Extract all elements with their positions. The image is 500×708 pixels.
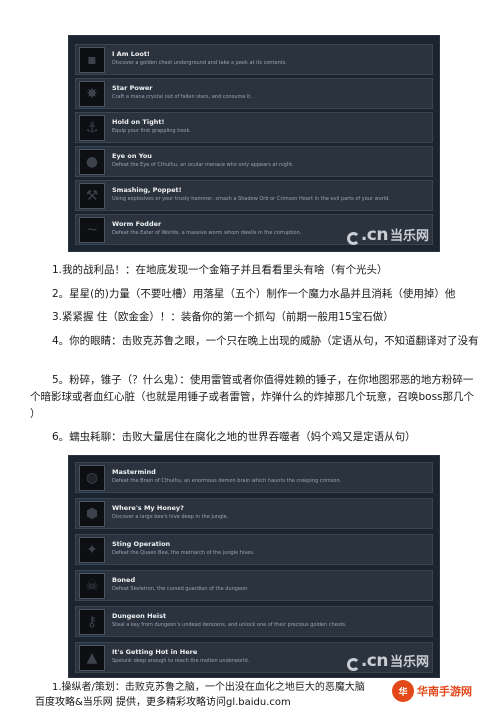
paragraph-4: 4。你的眼睛：击败克苏鲁之眼，一个只在晚上出现的威胁（定语从句，不知道翻译对了没… — [52, 335, 479, 347]
achievement-description: Defeat Skeletron, the cursed guardian of… — [112, 586, 249, 592]
achievement-title: Worm Fodder — [112, 220, 162, 228]
achievement-description: Discover a golden chest underground and … — [112, 60, 287, 66]
achievement-description: Steal a key from dungeon's undead denize… — [112, 622, 347, 628]
achievement-title: Mastermind — [112, 468, 156, 476]
achievement-description: Craft a mana crystal out of fallen stars… — [112, 94, 252, 100]
dcn-logo-icon — [346, 232, 360, 245]
achievements-panel-1: ▪ I Am Loot! Discover a golden chest under… — [68, 35, 440, 252]
achievement-title: It's Getting Hot in Here — [112, 648, 198, 656]
hive-icon: ⬢ — [79, 501, 105, 527]
skull-icon: ☠ — [79, 573, 105, 599]
achievement-row: ◍ Mastermind Defeat the Brain of Cthulhu, … — [75, 462, 433, 493]
achievement-title: Dungeon Heist — [112, 612, 167, 620]
achievement-row: ▪ I Am Loot! Discover a golden chest under… — [75, 44, 433, 75]
chest-icon: ▪ — [79, 47, 105, 73]
paragraph-5-line-1: 5。粉碎，锥子（？什么鬼）：使用雷管或者你值得姓赖的锤子，在你地图邪恶的地方粉碎… — [52, 374, 474, 386]
bee-icon: ✦ — [79, 537, 105, 563]
achievement-description: Defeat the Queen Bee, the matriarch of t… — [112, 550, 255, 556]
hook-icon: ⚓ — [79, 115, 105, 141]
logo-badge-icon: 华 — [392, 680, 414, 702]
paragraph-5-line-2: 个暗影球或者血红心脏（也就是用锤子或者雷管，炸弹什么的炸掉那几个玩意，召唤bos… — [30, 391, 475, 403]
logo-text: 华南手游网 — [417, 685, 472, 698]
paragraph-3: 3.紧紧握 住（欧金金）！：装备你的第一个抓勾（前期一般用15宝石做） — [52, 311, 394, 323]
achievement-row: ✦ Sting Operation Defeat the Queen Bee, th… — [75, 534, 433, 565]
achievement-description: Defeat the Eye of Cthulhu, an ocular men… — [112, 162, 294, 168]
footer-credit: 百度攻略&当乐网 提供，更多精彩攻略访问gl.baidu.com — [35, 697, 291, 708]
achievement-row: ⚒ Smashing, Poppet! Using explosives or yo… — [75, 180, 433, 211]
achievement-description: Using explosives or your trusty hammer, … — [112, 196, 390, 202]
achievement-row: ⬢ Where's My Honey? Discover a large bee's… — [75, 498, 433, 529]
flame-icon: ▲ — [79, 645, 105, 671]
achievement-title: Smashing, Poppet! — [112, 186, 182, 194]
achievement-row: ⚓ Hold on Tight! Equip your first grapplin… — [75, 112, 433, 143]
achievement-description: Discover a large bee's hive deep in the … — [112, 514, 229, 520]
eye-icon: ● — [79, 149, 105, 175]
achievement-title: Where's My Honey? — [112, 504, 184, 512]
paragraph-5-line-3: ） — [30, 408, 41, 420]
worm-icon: ~ — [79, 217, 105, 243]
brain-icon: ◍ — [79, 465, 105, 491]
watermark: .cn 当乐网 — [346, 651, 429, 671]
achievement-description: Spelunk deep enough to reach the molten … — [112, 658, 250, 664]
achievement-row: ● Eye on You Defeat the Eye of Cthulhu, an… — [75, 146, 433, 177]
achievement-description: Equip your first grappling hook. — [112, 128, 191, 134]
achievement-title: Eye on You — [112, 152, 152, 160]
paragraph-6: 6。蠕虫耗聊：击败大量居住在腐化之地的世界吞噬者（妈个鸡又是定语从句） — [52, 431, 416, 443]
paragraph-1: 1.我的战利品！：在地底发现一个金箱子并且看看里头有啥（有个光头） — [52, 264, 388, 276]
hammer-icon: ⚒ — [79, 183, 105, 209]
star-icon: ✸ — [79, 81, 105, 107]
achievements-panel-2: ◍ Mastermind Defeat the Brain of Cthulhu, … — [68, 455, 440, 678]
achievement-description: Defeat the Eater of Worlds, a massive wo… — [112, 230, 302, 236]
achievement-title: I Am Loot! — [112, 50, 150, 58]
achievement-row: ☠ Boned Defeat Skeletron, the cursed guard… — [75, 570, 433, 601]
achievement-row: ⚷ Dungeon Heist Steal a key from dungeon's… — [75, 606, 433, 637]
achievement-row: ✸ Star Power Craft a mana crystal out of f… — [75, 78, 433, 109]
achievement-title: Star Power — [112, 84, 153, 92]
site-logo[interactable]: 华 华南手游网 — [392, 680, 472, 702]
achievement-title: Sting Operation — [112, 540, 171, 548]
watermark: .cn 当乐网 — [346, 225, 429, 245]
key-icon: ⚷ — [79, 609, 105, 635]
paragraph-7: 1.操纵者/策划：击败克苏鲁之脑，一个出没在血化之地巨大的恶魔大脑 — [52, 682, 365, 693]
paragraph-2: 2。星星(的)力量（不要吐槽）用落星（五个）制作一个魔力水晶并且消耗（使用掉）他 — [52, 288, 456, 300]
achievement-title: Hold on Tight! — [112, 118, 165, 126]
dcn-logo-icon — [346, 658, 360, 671]
achievement-title: Boned — [112, 576, 136, 584]
achievement-description: Defeat the Brain of Cthulhu, an enormous… — [112, 478, 342, 484]
